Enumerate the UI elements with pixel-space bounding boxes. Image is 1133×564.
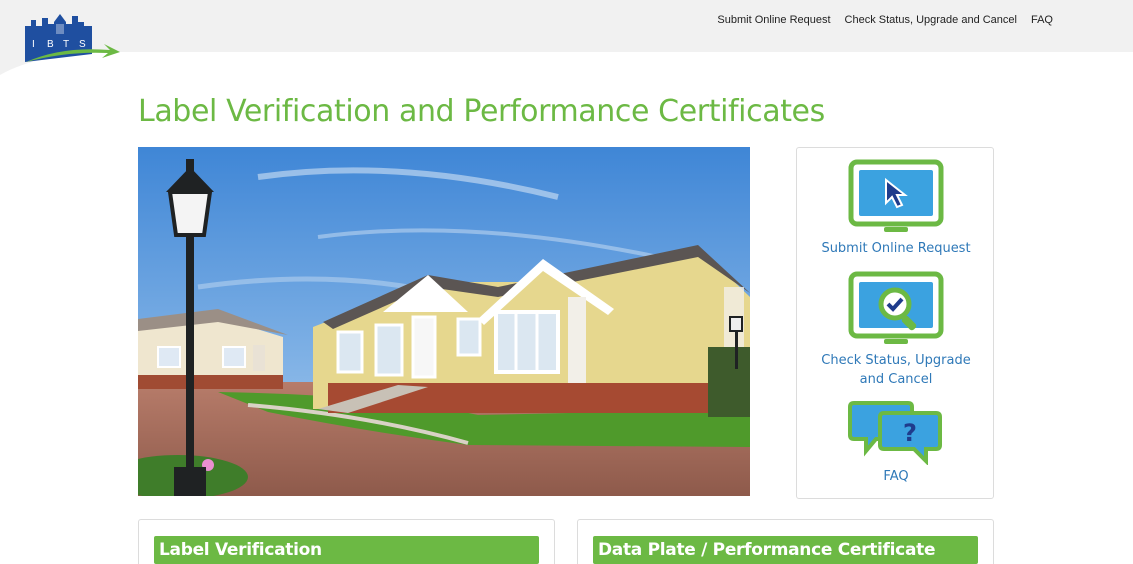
- sidebar-label-faq: FAQ: [883, 469, 909, 484]
- card-data-plate: Data Plate / Performance Certificate: [577, 519, 994, 564]
- monitor-search-check-icon: [848, 271, 944, 344]
- hero-image-park-home: [138, 147, 750, 496]
- logo-letter-s: S: [79, 39, 86, 50]
- sidebar-label-submit: Submit Online Request: [821, 241, 971, 256]
- chat-question-icon: ?: [848, 401, 942, 465]
- sidebar-submit-online-request[interactable]: Submit Online Request: [797, 159, 995, 258]
- logo-letter-i: I: [32, 39, 35, 50]
- card-title-label-verification: Label Verification: [159, 540, 322, 560]
- svg-text:?: ?: [903, 419, 917, 447]
- quick-links-panel: Submit Online Request Check Status, Upgr…: [796, 147, 994, 499]
- nav-submit-online-request[interactable]: Submit Online Request: [717, 14, 830, 26]
- card-label-verification: Label Verification: [138, 519, 555, 564]
- card-header-bar: Label Verification: [154, 536, 539, 564]
- monitor-cursor-icon: [848, 159, 944, 232]
- page-title: Label Verification and Performance Certi…: [138, 94, 825, 129]
- top-nav: Submit Online Request Check Status, Upgr…: [717, 14, 1053, 26]
- sidebar-check-status[interactable]: Check Status, Upgrade and Cancel: [797, 271, 995, 389]
- header-curve: [0, 40, 1133, 75]
- card-header-bar: Data Plate / Performance Certificate: [593, 536, 978, 564]
- sidebar-label-check-status: Check Status, Upgrade and Cancel: [821, 353, 971, 387]
- logo-letter-b: B: [47, 39, 54, 50]
- sidebar-faq[interactable]: ? FAQ: [797, 399, 995, 486]
- nav-check-status[interactable]: Check Status, Upgrade and Cancel: [845, 14, 1017, 26]
- logo-letter-t: T: [63, 39, 69, 50]
- card-title-data-plate: Data Plate / Performance Certificate: [598, 540, 936, 560]
- ibts-logo[interactable]: I B T S: [22, 12, 122, 64]
- nav-faq[interactable]: FAQ: [1031, 14, 1053, 26]
